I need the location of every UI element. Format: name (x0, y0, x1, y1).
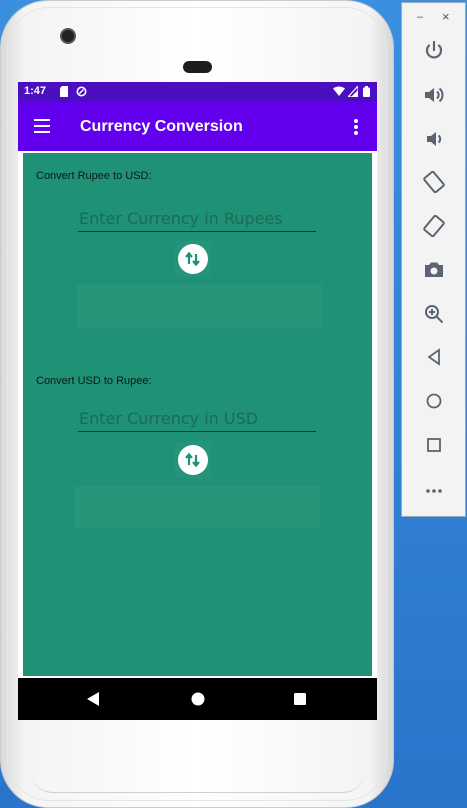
rupee-to-usd-label: Convert Rupee to USD: (36, 170, 152, 182)
navigation-bar (18, 678, 377, 720)
signal-icon (348, 86, 358, 97)
swap-vertical-icon (185, 452, 200, 468)
hamburger-menu-icon[interactable] (34, 119, 50, 133)
usd-input[interactable] (78, 406, 316, 432)
emulator-toolbar: – × (401, 2, 466, 517)
close-button[interactable]: × (442, 9, 450, 24)
status-bar: 1:47 (18, 82, 377, 102)
back-icon[interactable] (422, 345, 446, 369)
sd-card-icon (60, 86, 68, 97)
overflow-menu-icon[interactable] (354, 119, 358, 135)
phone-frame: 1:47 Currency Conversion Convert Rupee t… (0, 0, 394, 808)
nav-back-icon[interactable] (86, 691, 100, 707)
convert-usd-button[interactable] (175, 442, 211, 478)
app-bar: Currency Conversion (18, 102, 377, 151)
nav-overview-icon[interactable] (293, 691, 307, 707)
converter-content: Convert Rupee to USD: Convert USD to Rup… (23, 153, 372, 676)
convert-rupee-button[interactable] (175, 241, 211, 277)
home-icon[interactable] (422, 389, 446, 413)
app-title: Currency Conversion (80, 118, 243, 135)
minimize-button[interactable]: – (417, 11, 423, 23)
rotate-right-icon[interactable] (422, 214, 446, 238)
earpiece-speaker (183, 61, 212, 73)
usd-to-rupee-label: Convert USD to Rupee: (36, 375, 152, 387)
swap-vertical-icon (185, 251, 200, 267)
volume-up-icon[interactable] (422, 83, 446, 107)
data-saver-icon (76, 86, 87, 97)
rupee-input[interactable] (78, 206, 316, 232)
rupee-result-box (75, 486, 320, 528)
zoom-icon[interactable] (422, 302, 446, 326)
wifi-icon (333, 86, 345, 96)
rotate-left-icon[interactable] (422, 170, 446, 194)
status-time: 1:47 (24, 85, 47, 97)
usd-result-box (77, 284, 322, 328)
front-camera (60, 28, 76, 44)
phone-chin (31, 771, 365, 793)
more-icon[interactable] (422, 479, 446, 503)
battery-icon (363, 86, 370, 97)
volume-down-icon[interactable] (422, 127, 446, 151)
nav-home-icon[interactable] (190, 691, 206, 707)
overview-icon[interactable] (422, 433, 446, 457)
camera-icon[interactable] (422, 258, 446, 282)
power-icon[interactable] (422, 39, 446, 63)
device-screen: 1:47 Currency Conversion Convert Rupee t… (18, 82, 377, 720)
